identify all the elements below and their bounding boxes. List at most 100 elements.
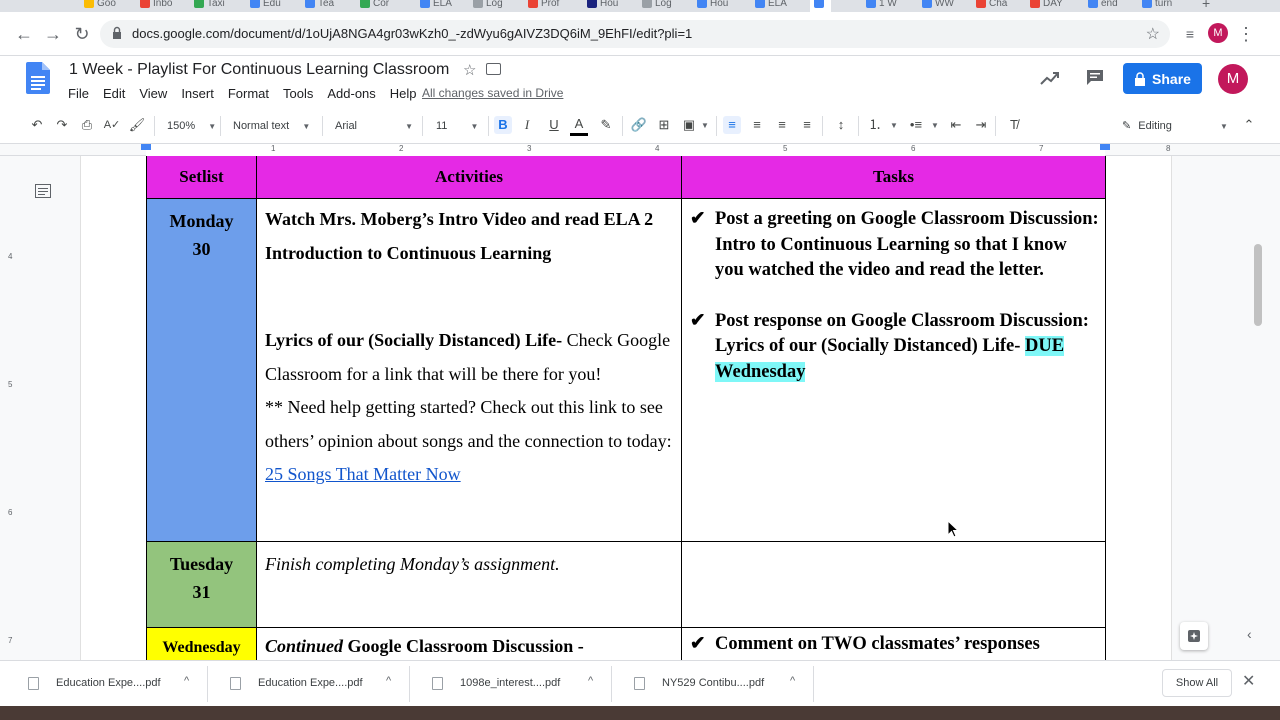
document-outline-icon[interactable] [35, 184, 51, 198]
align-right-icon[interactable]: ≡ [773, 116, 791, 134]
star-icon[interactable]: ☆ [463, 61, 476, 79]
bulleted-list-icon[interactable]: •≡ [907, 116, 925, 134]
link-icon[interactable]: 🔗 [630, 116, 648, 134]
browser-profile-avatar[interactable]: M [1208, 23, 1228, 43]
decrease-indent-icon[interactable]: ⇤ [947, 116, 965, 134]
task-cell-wednesday[interactable]: ✔ Comment on TWO classmates’ responses [681, 627, 1106, 660]
activity-trend-icon[interactable] [1040, 70, 1060, 86]
forward-icon[interactable]: → [41, 22, 65, 46]
highlight-icon[interactable]: ✎ [597, 116, 615, 134]
comment-icon[interactable] [1086, 69, 1104, 86]
text-color-icon[interactable]: A [570, 116, 588, 136]
chevron-up-icon[interactable]: ^ [386, 675, 391, 687]
menu-addons[interactable]: Add-ons [327, 86, 375, 101]
menu-view[interactable]: View [139, 86, 167, 101]
browser-tab[interactable]: Inbo [140, 0, 172, 12]
close-icon[interactable]: ✕ [1242, 671, 1255, 691]
account-avatar[interactable]: M [1218, 64, 1248, 94]
font-select[interactable]: Arial ▼ [335, 117, 413, 135]
explore-button[interactable] [1180, 622, 1208, 650]
numbered-list-caret-icon[interactable]: ▼ [890, 117, 898, 135]
print-icon[interactable]: ⎙ [78, 116, 96, 134]
download-item[interactable]: Education Expe....pdf ^ [210, 666, 410, 702]
download-item[interactable]: NY529 Contibu....pdf ^ [614, 666, 814, 702]
browser-tab[interactable]: end [1088, 0, 1118, 12]
chevron-up-icon[interactable]: ^ [790, 675, 795, 687]
show-all-button[interactable]: Show All [1162, 669, 1232, 697]
image-caret-icon[interactable]: ▼ [701, 117, 709, 135]
new-tab-icon[interactable]: + [1202, 0, 1210, 12]
songs-link[interactable]: 25 Songs That Matter Now [265, 464, 461, 484]
clear-formatting-icon[interactable]: T̸ [1005, 116, 1023, 134]
browser-tab[interactable]: turn [1142, 0, 1172, 12]
browser-tab[interactable]: DAY [1030, 0, 1063, 12]
activity-cell-wednesday[interactable]: Continued Google Classroom Discussion - [256, 627, 682, 660]
playlist-table[interactable]: Setlist Activities Tasks Monday 30 Watch… [146, 156, 1106, 660]
italic-icon[interactable]: I [518, 116, 536, 134]
spellcheck-icon[interactable]: A✓ [103, 116, 121, 134]
day-cell-monday[interactable]: Monday 30 [146, 198, 257, 542]
zoom-select[interactable]: 150% ▼ [167, 117, 216, 135]
folder-icon[interactable] [486, 63, 501, 75]
browser-tab[interactable]: ELA [420, 0, 452, 12]
increase-indent-icon[interactable]: ⇥ [972, 116, 990, 134]
day-cell-wednesday[interactable]: Wednesday [146, 627, 257, 660]
underline-icon[interactable]: U [545, 116, 563, 134]
align-left-icon[interactable]: ≡ [723, 116, 741, 134]
font-size-select[interactable]: 11 ▼ [436, 117, 478, 135]
menu-edit[interactable]: Edit [103, 86, 125, 101]
chevron-up-icon[interactable]: ^ [184, 675, 189, 687]
add-comment-icon[interactable]: ⊞ [655, 116, 673, 134]
browser-tab[interactable]: Log [642, 0, 672, 12]
browser-tab[interactable] [810, 0, 831, 12]
browser-tab[interactable]: Goo [84, 0, 116, 12]
back-icon[interactable]: ← [12, 22, 36, 46]
browser-tab[interactable]: Cha [976, 0, 1007, 12]
browser-tab[interactable]: Hou [697, 0, 728, 12]
task-cell-monday[interactable]: ✔ Post a greeting on Google Classroom Di… [681, 198, 1106, 542]
bulleted-list-caret-icon[interactable]: ▼ [931, 117, 939, 135]
share-button[interactable]: Share [1123, 63, 1202, 94]
align-center-icon[interactable]: ≡ [748, 116, 766, 134]
browser-tab[interactable]: WW [922, 0, 954, 12]
paint-format-icon[interactable]: 🖌 [128, 116, 146, 134]
menu-format[interactable]: Format [228, 86, 269, 101]
collapse-chevron-icon[interactable]: ⌃ [1240, 116, 1258, 134]
address-bar[interactable]: docs.google.com/document/d/1oUjA8NGA4gr0… [100, 20, 1170, 48]
day-cell-tuesday[interactable]: Tuesday 31 [146, 541, 257, 628]
scrollbar-thumb[interactable] [1254, 244, 1262, 326]
reload-icon[interactable]: ↻ [70, 22, 94, 46]
insert-image-icon[interactable]: ▣ [680, 116, 698, 134]
download-item[interactable]: 1098e_interest....pdf ^ [412, 666, 612, 702]
side-panel-toggle-icon[interactable]: ‹ [1247, 626, 1267, 646]
menu-file[interactable]: File [68, 86, 89, 101]
menu-insert[interactable]: Insert [181, 86, 214, 101]
bookmark-star-icon[interactable]: ☆ [1146, 24, 1160, 44]
editing-mode-select[interactable]: ✎ Editing ▼ [1122, 117, 1228, 135]
align-justify-icon[interactable]: ≡ [798, 116, 816, 134]
menu-help[interactable]: Help [390, 86, 417, 101]
task-cell-tuesday[interactable] [681, 541, 1106, 628]
save-status[interactable]: All changes saved in Drive [422, 86, 563, 100]
activity-cell-monday[interactable]: Watch Mrs. Moberg’s Intro Video and read… [256, 198, 682, 542]
browser-tab[interactable]: Edu [250, 0, 281, 12]
browser-tab[interactable]: Taxi [194, 0, 225, 12]
browser-tab[interactable]: ELA [755, 0, 787, 12]
undo-icon[interactable]: ↶ [28, 116, 46, 134]
docs-logo-icon[interactable] [26, 62, 50, 94]
browser-tab[interactable]: Log [473, 0, 503, 12]
browser-tab[interactable]: Cor [360, 0, 389, 12]
menu-tools[interactable]: Tools [283, 86, 313, 101]
document-title[interactable]: 1 Week - Playlist For Continuous Learnin… [69, 61, 449, 79]
download-item[interactable]: Education Expe....pdf ^ [8, 666, 208, 702]
browser-tab[interactable]: Prof [528, 0, 559, 12]
browser-tab[interactable]: Hou [587, 0, 618, 12]
style-select[interactable]: Normal text ▼ [233, 117, 310, 135]
numbered-list-icon[interactable]: ⒈ [866, 116, 884, 134]
line-spacing-icon[interactable]: ↕ [832, 116, 850, 134]
media-icon[interactable]: ≡ [1178, 22, 1202, 46]
activity-cell-tuesday[interactable]: Finish completing Monday’s assignment. [256, 541, 682, 628]
redo-icon[interactable]: ↷ [53, 116, 71, 134]
browser-tab[interactable]: 1 W [866, 0, 897, 12]
bold-icon[interactable]: B [494, 116, 512, 134]
